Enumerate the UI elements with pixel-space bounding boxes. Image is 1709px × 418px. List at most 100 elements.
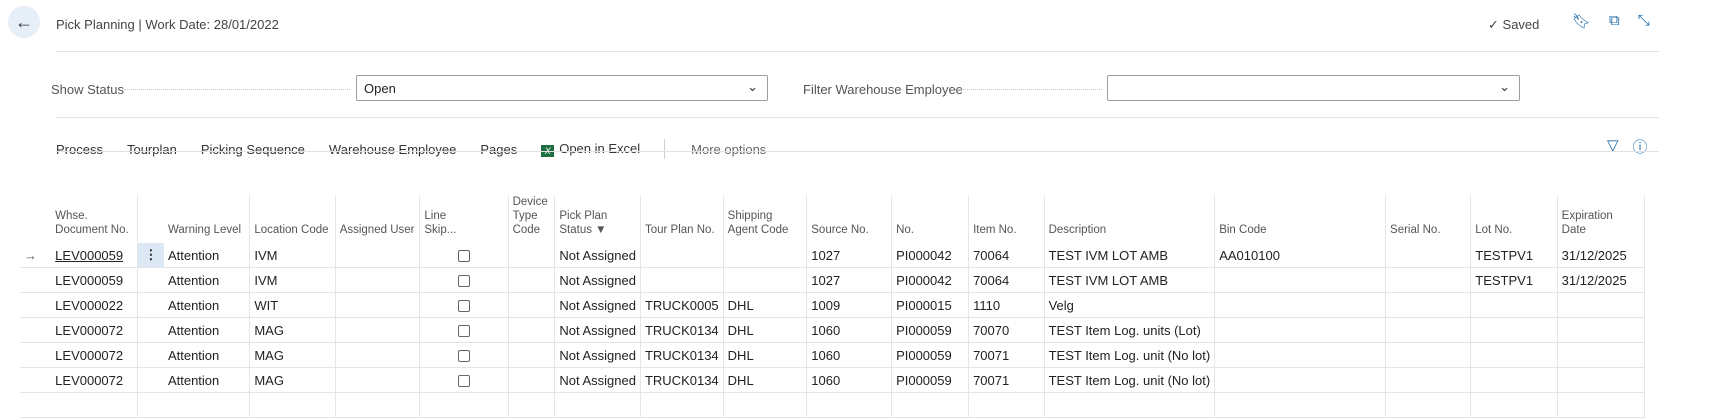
cell-doc[interactable]: LEV000072 <box>51 367 138 393</box>
cell-tour[interactable]: TRUCK0134 <box>640 342 724 368</box>
cell-agent[interactable] <box>723 267 808 293</box>
col-bin-code[interactable]: Bin Code <box>1214 195 1387 243</box>
col-item-no[interactable]: Item No. <box>968 195 1045 243</box>
warehouse-employee-select[interactable]: ⌄ <box>1107 75 1520 101</box>
show-status-select[interactable]: Open ⌄ <box>356 75 768 101</box>
collapse-icon[interactable]: ⤡ <box>1638 12 1650 30</box>
table-row[interactable]: LEV000022 Attention WIT Not Assigned TRUCK00… <box>20 292 1709 318</box>
col-pick-plan-status[interactable]: Pick Plan Status ▼ <box>554 195 641 243</box>
line-skip-checkbox[interactable] <box>419 292 509 318</box>
cell-warning[interactable]: Attention <box>163 292 251 318</box>
cell-no[interactable]: PI000059 <box>891 367 970 393</box>
cell-source[interactable]: 1060 <box>806 367 893 393</box>
cell-item[interactable]: 70064 <box>968 267 1045 293</box>
cell-item[interactable]: 70071 <box>968 367 1045 393</box>
col-location-code[interactable]: Location Code <box>249 195 336 243</box>
col-description[interactable]: Description <box>1044 195 1216 243</box>
table-row[interactable]: → LEV000059 ⋮ Attention IVM Not Assigned 1027 P… <box>20 243 1709 268</box>
row-actions-button[interactable] <box>137 317 164 343</box>
warehouse-employee-menu[interactable]: Warehouse Employee <box>329 142 456 157</box>
open-new-window-icon[interactable]: ⧉ <box>1609 12 1620 30</box>
col-lot-no[interactable]: Lot No. <box>1470 195 1558 243</box>
bookmark-icon[interactable]: 🔖︎ <box>1572 12 1591 30</box>
cell-desc[interactable]: TEST Item Log. unit (No lot) <box>1044 342 1216 368</box>
cell-doc[interactable]: LEV000022 <box>51 292 138 318</box>
table-row[interactable]: LEV000072 Attention MAG Not Assigned TRUCK01… <box>20 342 1709 368</box>
table-row[interactable]: LEV000059 Attention IVM Not Assigned 1027 PI0… <box>20 267 1709 293</box>
cell-item[interactable]: 70070 <box>968 317 1045 343</box>
cell-tour[interactable]: TRUCK0005 <box>640 292 724 318</box>
cell-agent[interactable]: DHL <box>723 367 808 393</box>
process-menu[interactable]: Process <box>56 142 103 157</box>
cell-no[interactable]: PI000059 <box>891 317 970 343</box>
cell-doc[interactable]: LEV000072 <box>51 317 138 343</box>
row-actions-button[interactable] <box>137 342 164 368</box>
open-in-excel-button[interactable]: XOpen in Excel <box>541 141 640 157</box>
col-warning-level[interactable]: Warning Level <box>163 195 251 243</box>
row-actions-button[interactable] <box>137 267 164 293</box>
cell-source[interactable]: 1009 <box>806 292 893 318</box>
cell-item[interactable]: 70071 <box>968 342 1045 368</box>
col-whse-document-no[interactable]: Whse. Document No. <box>51 195 138 243</box>
cell-source[interactable]: 1060 <box>806 342 893 368</box>
col-source-no[interactable]: Source No. <box>806 195 893 243</box>
cell-warning[interactable]: Attention <box>163 317 251 343</box>
info-icon[interactable]: ⓘ <box>1633 136 1648 157</box>
line-skip-checkbox[interactable] <box>419 342 509 368</box>
pages-menu[interactable]: Pages <box>480 142 517 157</box>
cell-desc[interactable]: TEST Item Log. units (Lot) <box>1044 317 1216 343</box>
line-skip-checkbox[interactable] <box>419 367 509 393</box>
cell-no[interactable]: PI000015 <box>891 292 970 318</box>
checkbox[interactable] <box>457 375 470 388</box>
cell-no[interactable]: PI000059 <box>891 342 970 368</box>
cell-source[interactable]: 1027 <box>806 267 893 293</box>
cell-desc[interactable]: TEST IVM LOT AMB <box>1044 267 1216 293</box>
col-no[interactable]: No. <box>891 195 970 243</box>
cell-warning[interactable]: Attention <box>163 342 251 368</box>
checkbox[interactable] <box>457 300 470 313</box>
cell-doc[interactable]: LEV000059 <box>51 267 138 293</box>
cell-no[interactable]: PI000042 <box>891 267 970 293</box>
cell-warning[interactable]: Attention <box>163 367 251 393</box>
checkbox[interactable] <box>457 350 470 363</box>
cell-item[interactable]: 1110 <box>968 292 1045 318</box>
cell-agent[interactable]: DHL <box>723 342 808 368</box>
cell-doc[interactable]: LEV000072 <box>51 342 138 368</box>
table-row[interactable]: LEV000072 Attention MAG Not Assigned TRUCK01… <box>20 317 1709 343</box>
cell-source[interactable]: 1060 <box>806 317 893 343</box>
cell-doc[interactable]: LEV000059 <box>51 243 138 268</box>
col-serial-no[interactable]: Serial No. <box>1385 195 1472 243</box>
cell-tour[interactable] <box>640 243 724 268</box>
checkbox[interactable] <box>457 250 470 263</box>
col-line-skip[interactable]: Line Skip... <box>419 195 509 243</box>
line-skip-checkbox[interactable] <box>419 267 509 293</box>
cell-tour[interactable]: TRUCK0134 <box>640 317 724 343</box>
row-actions-button[interactable] <box>137 292 164 318</box>
row-actions-button[interactable]: ⋮ <box>137 243 164 268</box>
picking-sequence-menu[interactable]: Picking Sequence <box>201 142 305 157</box>
cell-agent[interactable] <box>723 243 808 268</box>
cell-desc[interactable]: TEST Item Log. unit (No lot) <box>1044 367 1216 393</box>
cell-warning[interactable]: Attention <box>163 267 251 293</box>
col-expiration-date[interactable]: Expiration Date <box>1557 195 1645 243</box>
checkbox[interactable] <box>457 275 470 288</box>
empty-row[interactable] <box>20 392 1709 418</box>
cell-tour[interactable] <box>640 267 724 293</box>
cell-warning[interactable]: Attention <box>163 243 251 268</box>
filter-icon[interactable]: ▽ <box>1607 136 1619 157</box>
tourplan-menu[interactable]: Tourplan <box>127 142 177 157</box>
line-skip-checkbox[interactable] <box>419 317 509 343</box>
col-assigned-user[interactable]: Assigned User <box>335 195 421 243</box>
cell-desc[interactable]: TEST IVM LOT AMB <box>1044 243 1216 268</box>
cell-agent[interactable]: DHL <box>723 317 808 343</box>
col-device-type-code[interactable]: Device Type Code <box>508 195 556 243</box>
col-shipping-agent-code[interactable]: Shipping Agent Code <box>723 195 808 243</box>
line-skip-checkbox[interactable] <box>419 243 509 268</box>
checkbox[interactable] <box>457 325 470 338</box>
more-options-button[interactable]: More options <box>691 142 766 157</box>
col-tour-plan-no[interactable]: Tour Plan No. <box>640 195 724 243</box>
table-row[interactable]: LEV000072 Attention MAG Not Assigned TRUCK01… <box>20 367 1709 393</box>
row-actions-button[interactable] <box>137 367 164 393</box>
cell-agent[interactable]: DHL <box>723 292 808 318</box>
cell-tour[interactable]: TRUCK0134 <box>640 367 724 393</box>
